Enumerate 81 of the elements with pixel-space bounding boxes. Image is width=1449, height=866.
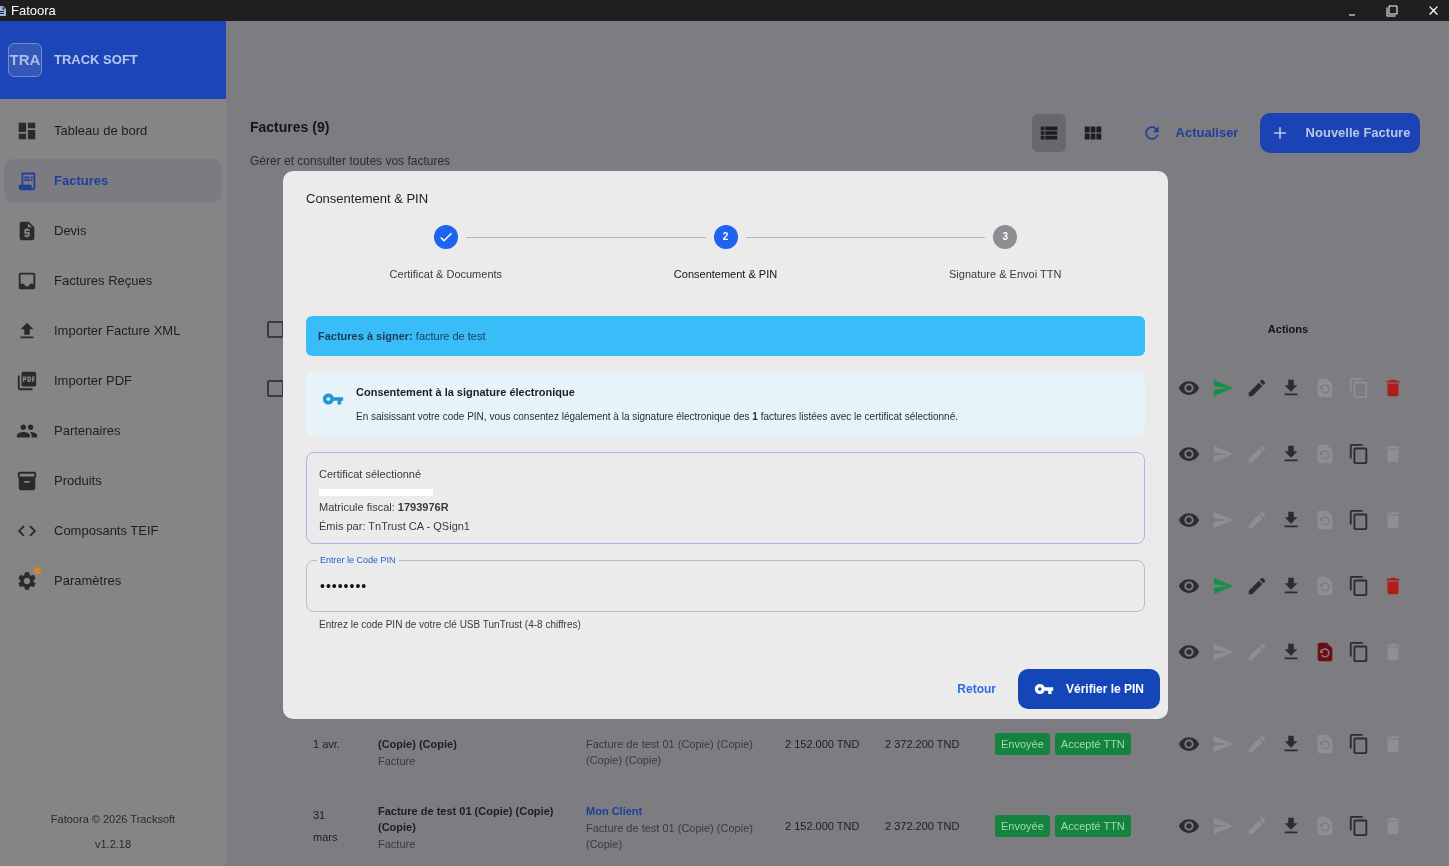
inbox-icon [16,270,38,292]
status-badge: Accepté TTN [1054,815,1131,837]
copy-icon[interactable] [1348,575,1370,597]
certificate-detail: Matricule fiscal: 1793976R [319,499,450,515]
step-indicator: 3 [993,224,1018,249]
amount-ttc: 2 372.200 TND [884,818,961,834]
date-text: mars [313,830,339,845]
dashboard-icon [16,120,38,142]
step-label: Signature & Envoi TTN [949,266,1062,282]
new-invoice-button[interactable]: Nouvelle Facture [1260,113,1420,153]
page-subtitle: Gérer et consulter toutes vos factures [250,153,451,170]
invoice-type: Facture [378,837,417,852]
pdf-icon [16,370,38,392]
page-title: Factures (9) [250,118,331,137]
maximize-icon[interactable] [1386,4,1398,17]
sidebar-item[interactable]: Importer PDF [4,359,222,403]
copy-icon[interactable] [1348,509,1370,531]
status-badge: Envoyée [995,815,1050,837]
sidebar-label: Importer Facture XML [54,322,181,341]
sidebar-label: Factures Reçues [54,272,153,291]
settings-icon [16,570,38,592]
amount-ttc: 2 372.200 TND [884,736,961,752]
verify-pin-button[interactable]: Vérifier le PIN [1018,669,1160,709]
app-icon [0,3,8,18]
version-text: v1.2.18 [94,836,132,852]
footer-text: Fatoora © 2026 Tracksoft [50,812,176,827]
refresh-button[interactable]: Actualiser [1130,113,1250,153]
step-label: Certificat & Documents [389,266,503,282]
copy-icon[interactable] [1348,733,1370,755]
status-badge: Envoyée [995,733,1050,755]
sidebar-item[interactable]: Factures Reçues [4,259,222,303]
copy-icon[interactable] [1348,815,1370,837]
consent-text: En saisissant votre code PIN, vous consentez légalement à la signature électronique des 1 factures listées avec le certificat sélectionné. [356,409,958,424]
window-title: Fatoora [11,1,56,20]
copy-icon[interactable] [1348,641,1370,663]
date-text: 31 [313,807,327,823]
certificate-detail: Émis par: TnTrust CA - QSign1 [319,519,471,534]
column-header: Actions [1267,321,1309,337]
certificate-heading: Certificat sélectionné [319,467,423,482]
pin-label: Entrer le Code PIN [317,554,399,566]
sidebar-label: Paramètres [54,572,122,591]
brand-name: TRACK SOFT [54,51,138,70]
invoice-type: Facture [378,754,417,769]
invoice-icon [16,170,38,192]
pin-value: •••••••• [320,576,368,596]
date-text: 1 avr. [313,736,341,752]
sidebar-item[interactable]: Produits [4,459,222,503]
step-indicator: 2 [713,224,738,249]
back-button[interactable]: Retour [957,680,996,698]
step-label: Consentement & PIN [673,266,778,282]
amount-ht: 2 152.000 TND [784,818,861,834]
sidebar-item[interactable]: Composants TEIF [4,509,222,553]
consent-title: Consentement à la signature électronique [356,385,576,400]
sidebar-item[interactable]: Tableau de bord [4,109,222,153]
sidebar-label: Partenaires [54,422,121,441]
client-link[interactable]: Mon Client [586,803,758,819]
list-view-button[interactable] [1032,114,1066,152]
amount-ht: 2 152.000 TND [784,736,861,752]
brand-badge: TRA [8,43,42,77]
copy-icon[interactable] [1348,443,1370,465]
pin-helper-text: Entrez le code PIN de votre clé USB TunTrust (4-8 chiffres) [319,618,582,632]
sidebar-label: Importer PDF [54,372,132,391]
sidebar-label: Devis [54,222,87,241]
client-description: Facture de test 01 (Copie) (Copie) (Copie) [586,821,754,852]
sidebar-item[interactable]: Devis [4,209,222,253]
edit-icon[interactable] [1246,377,1268,399]
archive-icon [16,470,38,492]
sidebar-label: Produits [54,472,102,491]
invoice-title: (Copie) (Copie) [378,737,458,752]
sidebar-item[interactable]: Partenaires [4,409,222,453]
status-badge: Accepté TTN [1054,733,1131,755]
sidebar-item[interactable]: Importer Facture XML [4,309,222,353]
dialog-title: Consentement & PIN [306,190,430,208]
client-description: Facture de test 01 (Copie) (Copie) (Copie) (Copie) [586,737,754,768]
banner-text: Factures à signer: facture de test [318,328,486,344]
sidebar-item[interactable]: Paramètres [4,559,222,603]
invoice-title: Facture de test 01 (Copie) (Copie) (Copie) [378,804,555,835]
sidebar-label: Factures [54,172,109,191]
sidebar-label: Tableau de bord [54,122,148,141]
edit-icon[interactable] [1246,575,1268,597]
sidebar-label: Composants TEIF [54,522,159,541]
